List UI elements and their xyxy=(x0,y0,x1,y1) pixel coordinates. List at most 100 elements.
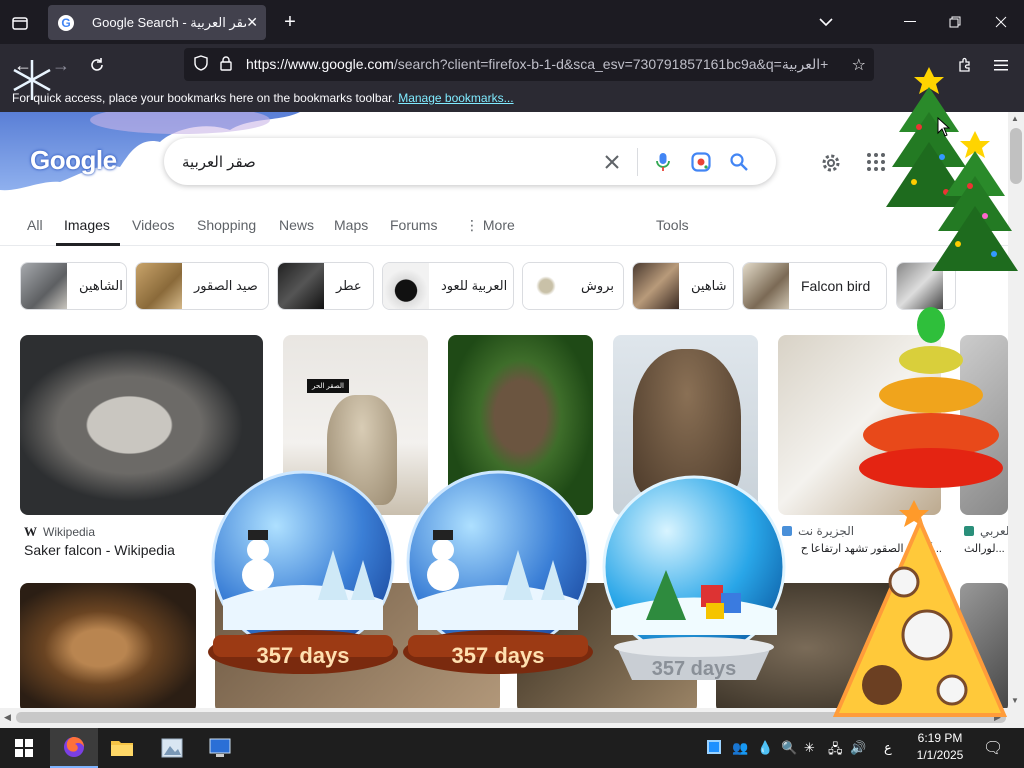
tab-tools[interactable]: Tools xyxy=(656,217,689,233)
voice-search-mic-icon[interactable] xyxy=(644,152,682,172)
scroll-left-arrow-icon[interactable]: ◀ xyxy=(4,712,11,723)
minimize-icon[interactable] xyxy=(900,12,920,32)
start-button[interactable] xyxy=(0,728,48,768)
taskbar-file-explorer[interactable] xyxy=(98,728,146,768)
tab-title: Google Search - صقر العربية xyxy=(92,14,246,30)
days-counter-text: 357 days xyxy=(652,658,737,680)
chip-4[interactable]: العربية للعود xyxy=(382,262,514,310)
tray-people-icon[interactable]: 👥 xyxy=(732,740,748,756)
url-text[interactable]: https://www.google.com/search?client=fir… xyxy=(246,56,844,73)
thumbnail-badge: الصقر الحر xyxy=(307,379,349,393)
taskbar-app-4[interactable] xyxy=(196,728,244,768)
search-query[interactable]: صقر العربية xyxy=(182,153,593,171)
tray-app-icon[interactable] xyxy=(707,740,721,754)
menu-hamburger-icon[interactable] xyxy=(990,54,1012,76)
close-tab-icon[interactable]: ✕ xyxy=(246,14,258,31)
windows-taskbar: 👥 💧 🔍 ✳ 🖧 🔊 ع 🗨 xyxy=(0,728,1024,768)
google-apps-grid-icon[interactable] xyxy=(866,152,886,177)
tab-shopping[interactable]: Shopping xyxy=(197,217,256,233)
result-caption-1[interactable]: Saker falcon - Wikipedia xyxy=(24,542,175,558)
google-favicon-icon: G xyxy=(58,14,74,31)
notification-center-icon[interactable]: 🗨 xyxy=(983,738,1003,758)
snowflake-decoration xyxy=(13,60,51,100)
chip-label: العربية للعود xyxy=(441,278,508,293)
chip-5[interactable]: بروش xyxy=(522,262,624,310)
new-tab-icon[interactable]: + xyxy=(280,11,300,33)
tracking-shield-icon[interactable] xyxy=(194,55,208,74)
tab-google-search[interactable]: G Google Search - صقر العربية ✕ xyxy=(48,5,266,40)
chip-thumbnail xyxy=(21,263,67,309)
search-box[interactable]: صقر العربية xyxy=(164,138,776,185)
tray-volume-icon[interactable]: 🔊 xyxy=(850,740,866,756)
tab-maps[interactable]: Maps xyxy=(334,217,368,233)
bookmark-star-icon[interactable]: ☆ xyxy=(852,55,866,75)
folder-icon xyxy=(111,741,133,756)
result-image-7[interactable] xyxy=(20,583,196,708)
chip-label: شاهين xyxy=(691,278,727,293)
clear-search-icon[interactable] xyxy=(593,154,631,170)
firefox-view-icon[interactable] xyxy=(10,13,30,33)
restore-icon[interactable] xyxy=(945,12,965,32)
clock-time: 6:19 PM xyxy=(917,731,963,745)
lock-icon[interactable] xyxy=(220,55,232,74)
google-lens-icon[interactable] xyxy=(682,151,720,172)
tab-more[interactable]: ⋮ More xyxy=(465,217,515,234)
chip-3[interactable]: عطر xyxy=(277,262,374,310)
tab-news[interactable]: News xyxy=(279,217,314,233)
snow-globe-2: 357 days xyxy=(403,470,593,674)
scroll-down-arrow-icon[interactable]: ▼ xyxy=(1011,696,1019,705)
chip-1[interactable]: الشاهين xyxy=(20,262,127,310)
clock-date: 1/1/2025 xyxy=(916,748,964,762)
close-window-icon[interactable] xyxy=(991,12,1011,32)
settings-gear-icon[interactable] xyxy=(820,152,842,179)
bookmarks-toolbar: For quick access, place your bookmarks h… xyxy=(0,86,1024,112)
active-tab-indicator xyxy=(56,243,120,246)
search-tabs: All Images Videos Shopping News Maps For… xyxy=(0,208,1008,246)
chip-6[interactable]: شاهين xyxy=(632,262,734,310)
chip-label: عطر xyxy=(336,278,362,293)
spiral-tree-decoration xyxy=(859,307,1003,488)
google-logo[interactable]: Google xyxy=(30,145,117,176)
photo-viewer-icon xyxy=(161,738,183,758)
tab-all[interactable]: All xyxy=(27,217,43,233)
tab-videos[interactable]: Videos xyxy=(132,217,175,233)
chip-label: بروش xyxy=(581,278,614,293)
tray-language-indicator[interactable]: ع xyxy=(884,740,892,756)
taskbar-firefox[interactable] xyxy=(50,728,98,768)
url-path: /search?client=firefox-b-1-d&sca_esv=730… xyxy=(393,56,829,72)
search-icon[interactable] xyxy=(720,152,758,171)
snow-globe-1: 357 days xyxy=(208,470,398,674)
tray-drop-icon[interactable]: 💧 xyxy=(757,740,773,756)
chip-label: Falcon bird xyxy=(801,278,871,294)
tray-search-icon[interactable]: 🔍 xyxy=(781,740,797,756)
address-bar[interactable]: https://www.google.com/search?client=fir… xyxy=(184,48,874,81)
list-tabs-chevron-icon[interactable] xyxy=(816,12,836,32)
reload-icon[interactable] xyxy=(86,54,108,76)
tray-network-icon[interactable]: 🖧 xyxy=(828,740,843,762)
tab-forums[interactable]: Forums xyxy=(390,217,437,233)
days-counter-text: 357 days xyxy=(257,643,350,668)
remote-desktop-icon xyxy=(209,738,231,757)
triangle-tree-decoration xyxy=(832,500,1008,717)
result-source-1[interactable]: W Wikipedia xyxy=(24,524,95,540)
wikipedia-w-icon: W xyxy=(24,524,37,539)
snow-globe-3: 357 days xyxy=(602,475,786,680)
tab-images[interactable]: Images xyxy=(64,217,110,233)
tray-snowflake-icon[interactable]: ✳ xyxy=(804,740,815,756)
result-source-name: Wikipedia xyxy=(43,525,96,539)
chip-2[interactable]: صيد الصقور xyxy=(135,262,269,310)
chip-thumbnail xyxy=(136,263,182,309)
christmas-tree-decoration-2 xyxy=(932,131,1018,271)
chip-thumbnail xyxy=(383,263,429,309)
chip-label: الشاهين xyxy=(79,278,123,293)
chip-thumbnail xyxy=(743,263,789,309)
taskbar-clock[interactable]: 6:19 PM 1/1/2025 xyxy=(905,730,975,764)
chip-thumbnail xyxy=(633,263,679,309)
chip-label: صيد الصقور xyxy=(194,278,258,293)
more-dots-icon: ⋮ xyxy=(465,217,483,233)
taskbar-app-3[interactable] xyxy=(148,728,196,768)
manage-bookmarks-link[interactable]: Manage bookmarks... xyxy=(398,91,513,105)
chip-thumbnail xyxy=(278,263,324,309)
scroll-up-arrow-icon[interactable]: ▲ xyxy=(1011,114,1019,123)
bookmarks-hint: For quick access, place your bookmarks h… xyxy=(12,91,395,105)
